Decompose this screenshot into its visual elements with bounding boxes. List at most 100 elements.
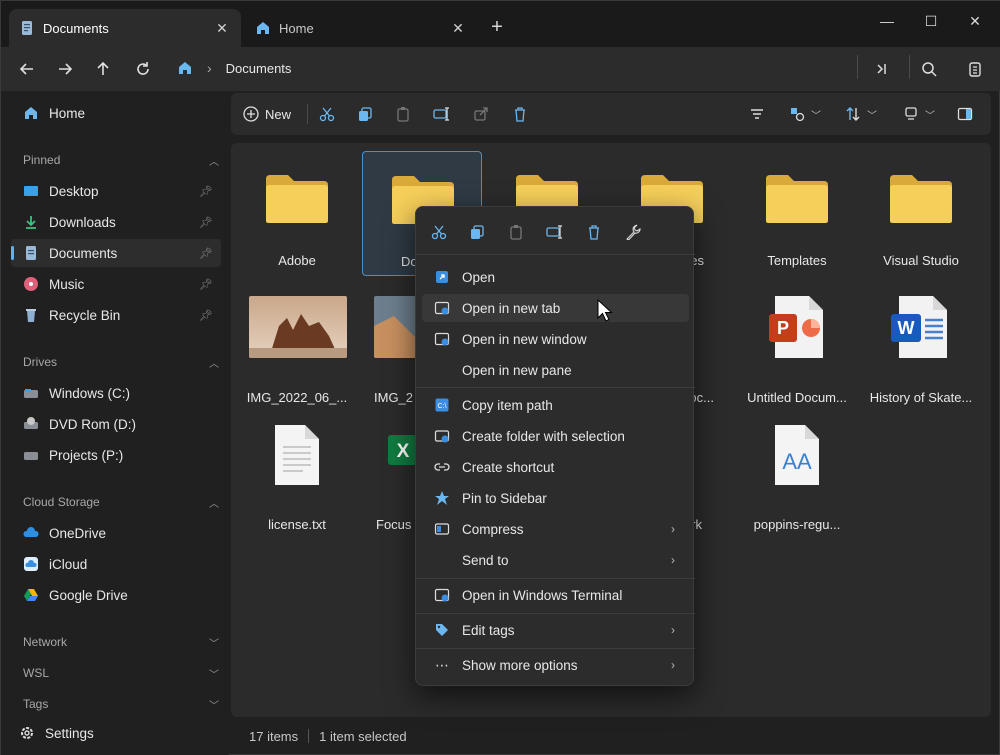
menu-item-open-in-new-pane[interactable]: Open in new pane [422, 356, 689, 384]
minimize-button[interactable]: — [871, 9, 903, 33]
sidebar-item-icloud[interactable]: iCloud [11, 550, 221, 578]
sidebar-item-dvd-rom-d[interactable]: DVD Rom (D:) [11, 410, 221, 438]
search-button[interactable] [915, 55, 943, 83]
file-tile[interactable]: Visual Studio [861, 151, 981, 276]
sidebar-item-downloads[interactable]: Downloads 📌︎ [11, 208, 221, 236]
delete-button[interactable] [583, 221, 605, 243]
close-window-button[interactable]: ✕ [959, 9, 991, 33]
divider [857, 55, 858, 79]
settings-button[interactable]: Settings [7, 719, 217, 747]
section-drives[interactable]: Drives ︿ [23, 355, 219, 370]
menu-item-label: Open [462, 269, 496, 285]
rename-button[interactable] [433, 103, 451, 125]
filter-button[interactable] [749, 103, 765, 125]
sidebar-item-windows-c[interactable]: Windows (C:) [11, 379, 221, 407]
new-window-icon [434, 331, 450, 347]
cut-button[interactable] [428, 221, 450, 243]
storage-button[interactable] [961, 55, 989, 83]
trash-icon [515, 107, 525, 122]
section-pinned[interactable]: Pinned ︿ [23, 153, 219, 168]
text-file-icon [275, 425, 319, 485]
section-tags[interactable]: Tags ﹀ [23, 697, 219, 712]
rename-button[interactable] [544, 221, 566, 243]
properties-button[interactable] [622, 221, 644, 243]
pin-icon[interactable]: 📌︎ [199, 309, 213, 322]
divider [909, 55, 910, 79]
mouse-cursor-icon [597, 299, 613, 322]
menu-item-create-shortcut[interactable]: Create shortcut [422, 453, 689, 481]
sidebar-item-projects-p[interactable]: Projects (P:) [11, 441, 221, 469]
tab-documents[interactable]: Documents ✕ [9, 9, 241, 47]
image-thumbnail [249, 296, 347, 358]
chevron-up-icon: ︿ [209, 157, 219, 168]
menu-item-open-in-windows-terminal[interactable]: Open in Windows Terminal [422, 581, 689, 609]
menu-item-send-to[interactable]: Send to › [422, 546, 689, 574]
new-button-label: New [265, 106, 292, 122]
close-tab-icon[interactable]: ✕ [213, 20, 231, 37]
sidebar-item-documents[interactable]: Documents 📌︎ [11, 239, 221, 267]
layout-button[interactable]: ﹀ [789, 103, 821, 125]
sidebar-item-onedrive[interactable]: OneDrive [11, 519, 221, 547]
copy-button[interactable] [357, 103, 373, 125]
file-tile[interactable]: IMG_2022_06_... [237, 288, 357, 413]
share-button[interactable] [473, 103, 489, 125]
paste-button[interactable] [505, 221, 527, 243]
tab-home[interactable]: Home ✕ [245, 9, 477, 47]
sidebar-item-home[interactable]: Home [11, 99, 221, 127]
pin-icon[interactable]: 📌︎ [199, 216, 213, 229]
pin-icon[interactable]: 📌︎ [199, 247, 213, 260]
up-button[interactable] [89, 55, 117, 83]
sidebar-item-label: Google Drive [49, 587, 128, 603]
cut-button[interactable] [319, 103, 335, 125]
section-label: WSL [23, 666, 50, 680]
pin-icon[interactable]: 📌︎ [199, 278, 213, 291]
menu-item-open-in-new-window[interactable]: Open in new window [422, 325, 689, 353]
file-label: Templates [767, 253, 827, 268]
sidebar-item-label: OneDrive [49, 525, 107, 541]
maximize-button[interactable]: ☐ [915, 9, 947, 33]
menu-item-show-more-options[interactable]: ⋯ Show more options › [422, 651, 689, 679]
sort-button[interactable]: ﹀ [845, 103, 877, 125]
file-tile[interactable]: AA poppins-regu... [737, 415, 857, 540]
file-tile[interactable]: W History of Skate... [861, 288, 981, 413]
sidebar-item-recycle-bin[interactable]: Recycle Bin 📌︎ [11, 301, 221, 329]
pin-icon[interactable]: 📌︎ [199, 185, 213, 198]
section-cloud-storage[interactable]: Cloud Storage ︿ [23, 495, 219, 510]
menu-item-copy-item-path[interactable]: C:\ Copy item path [422, 391, 689, 419]
section-network[interactable]: Network ﹀ [23, 635, 219, 650]
wrench-icon [626, 224, 641, 240]
menu-item-label: Copy item path [462, 397, 553, 413]
close-tab-icon[interactable]: ✕ [449, 20, 467, 37]
sidebar-item-music[interactable]: Music 📌︎ [11, 270, 221, 298]
menu-item-edit-tags[interactable]: Edit tags › [422, 616, 689, 644]
sidebar-item-label: Downloads [49, 214, 116, 230]
menu-item-open[interactable]: Open [422, 263, 689, 291]
paste-button[interactable] [395, 103, 411, 125]
file-tile[interactable]: Adobe [237, 151, 357, 276]
terminal-jump-button[interactable] [867, 55, 895, 83]
refresh-button[interactable] [129, 55, 157, 83]
new-tab-button[interactable]: + [485, 15, 509, 39]
menu-item-compress[interactable]: Compress › [422, 515, 689, 543]
back-button[interactable] [13, 55, 41, 83]
section-wsl[interactable]: WSL ﹀ [23, 666, 219, 681]
sidebar-item-google-drive[interactable]: Google Drive [11, 581, 221, 609]
file-tile[interactable]: P Untitled Docum... [737, 288, 857, 413]
menu-item-open-in-new-tab[interactable]: Open in new tab [422, 294, 689, 322]
menu-item-create-folder-with-selection[interactable]: Create folder with selection [422, 422, 689, 450]
new-button[interactable]: New [243, 103, 291, 125]
file-label: Adobe [278, 253, 316, 268]
menu-separator [416, 648, 695, 649]
compress-icon [434, 521, 450, 537]
sidebar-item-label: DVD Rom (D:) [49, 416, 136, 432]
sidebar-item-desktop[interactable]: Desktop 📌︎ [11, 177, 221, 205]
group-button[interactable]: ﹀ [903, 103, 935, 125]
file-tile[interactable]: license.txt [237, 415, 357, 540]
breadcrumb-documents[interactable]: Documents [226, 61, 292, 76]
preview-pane-button[interactable] [957, 103, 973, 125]
file-tile[interactable]: Templates [737, 151, 857, 276]
menu-item-pin-to-sidebar[interactable]: Pin to Sidebar [422, 484, 689, 512]
copy-button[interactable] [466, 221, 488, 243]
forward-button[interactable] [51, 55, 79, 83]
delete-button[interactable] [512, 103, 528, 125]
